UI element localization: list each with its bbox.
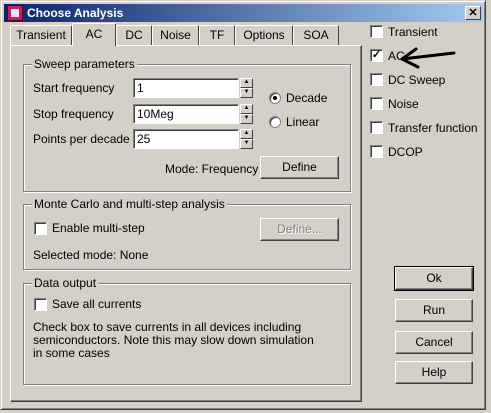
analysis-check-noise[interactable]: [370, 97, 383, 110]
run-button[interactable]: Run: [395, 299, 473, 322]
analysis-check-transient[interactable]: [370, 25, 383, 38]
analysis-label-dcop[interactable]: DCOP: [388, 145, 423, 159]
save-all-currents-label[interactable]: Save all currents: [52, 297, 141, 311]
analysis-label-transfer-function[interactable]: Transfer function: [388, 121, 478, 135]
points-per-decade-spinner[interactable]: ▲ ▼: [240, 129, 253, 149]
data-output-group-title: Data output: [32, 276, 99, 290]
selected-mode-text: Selected mode: None: [33, 248, 149, 262]
arrow-annotation-icon: [400, 47, 456, 69]
cancel-button[interactable]: Cancel: [395, 331, 473, 354]
spin-up-icon[interactable]: ▲: [240, 78, 253, 88]
spin-up-icon[interactable]: ▲: [240, 129, 253, 139]
sweep-group-title: Sweep parameters: [32, 57, 137, 71]
data-output-group: Data output Save all currents Check box …: [23, 276, 351, 385]
analysis-label-dc-sweep[interactable]: DC Sweep: [388, 73, 445, 87]
title-bar[interactable]: Choose Analysis ✕: [4, 4, 483, 22]
spin-up-icon[interactable]: ▲: [240, 104, 253, 114]
spin-down-icon[interactable]: ▼: [240, 139, 253, 149]
help-button[interactable]: Help: [395, 361, 473, 384]
define-button[interactable]: Define: [260, 156, 339, 179]
tab-tf[interactable]: TF: [199, 25, 235, 45]
analysis-label-transient[interactable]: Transient: [388, 25, 438, 39]
sweep-parameters-group: Sweep parameters Start frequency 1 ▲ ▼ St…: [23, 57, 351, 192]
analysis-check-ac[interactable]: ✓: [370, 49, 383, 62]
analysis-check-transfer-function[interactable]: [370, 121, 383, 134]
spin-down-icon[interactable]: ▼: [240, 88, 253, 98]
tab-transient[interactable]: Transient: [10, 25, 72, 45]
save-all-currents-checkbox[interactable]: [34, 298, 47, 311]
analysis-label-noise[interactable]: Noise: [388, 97, 419, 111]
tab-options[interactable]: Options: [235, 25, 293, 45]
stop-frequency-spinner[interactable]: ▲ ▼: [240, 104, 253, 124]
close-icon[interactable]: ✕: [465, 6, 481, 20]
tab-ac[interactable]: AC: [72, 23, 116, 46]
ok-button[interactable]: Ok: [394, 266, 474, 291]
monte-carlo-group: Monte Carlo and multi-step analysis Enab…: [23, 197, 351, 270]
enable-multistep-label[interactable]: Enable multi-step: [52, 221, 145, 235]
linear-radio[interactable]: [269, 116, 281, 128]
multistep-define-button[interactable]: Define...: [260, 218, 339, 241]
start-frequency-spinner[interactable]: ▲ ▼: [240, 78, 253, 98]
analysis-check-dc-sweep[interactable]: [370, 73, 383, 86]
start-frequency-label: Start frequency: [33, 81, 115, 95]
analysis-check-dcop[interactable]: [370, 145, 383, 158]
monte-carlo-group-title: Monte Carlo and multi-step analysis: [32, 197, 227, 211]
window-title: Choose Analysis: [27, 6, 124, 20]
decade-label[interactable]: Decade: [286, 91, 327, 105]
app-icon: [7, 5, 23, 21]
choose-analysis-dialog: Choose Analysis ✕ Transient AC DC Noise …: [0, 0, 486, 410]
mode-text: Mode: Frequency: [165, 162, 259, 176]
decade-radio[interactable]: [269, 92, 281, 104]
points-per-decade-input[interactable]: 25: [133, 129, 239, 149]
tab-soa[interactable]: SOA: [293, 25, 339, 45]
tab-dc[interactable]: DC: [116, 25, 152, 45]
ac-tab-panel: Sweep parameters Start frequency 1 ▲ ▼ St…: [10, 45, 362, 402]
tab-noise[interactable]: Noise: [152, 25, 199, 45]
points-per-decade-label: Points per decade: [33, 132, 130, 146]
output-description-line-3: in some cases: [33, 346, 110, 360]
enable-multistep-checkbox[interactable]: [34, 222, 47, 235]
stop-frequency-input[interactable]: 10Meg: [133, 104, 239, 124]
spin-down-icon[interactable]: ▼: [240, 114, 253, 124]
stop-frequency-label: Stop frequency: [33, 107, 114, 121]
linear-label[interactable]: Linear: [286, 115, 319, 129]
start-frequency-input[interactable]: 1: [133, 78, 239, 98]
